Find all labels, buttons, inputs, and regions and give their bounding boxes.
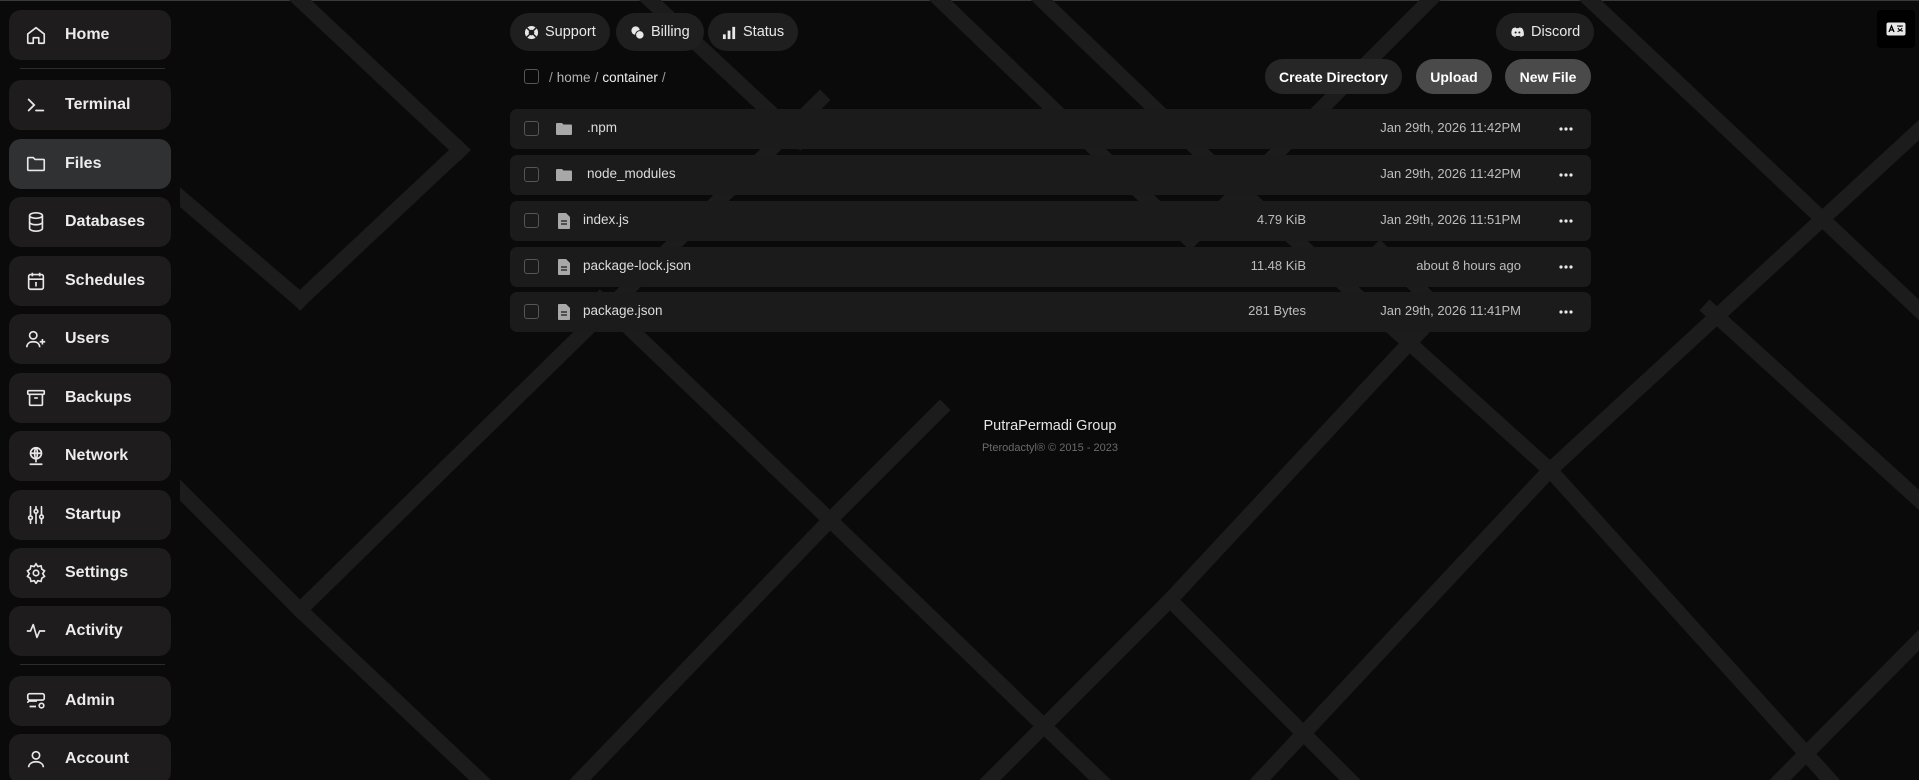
file-row[interactable]: index.js 4.79 KiB Jan 29th, 2026 11:51PM — [510, 201, 1591, 241]
file-row[interactable]: node_modules Jan 29th, 2026 11:42PM — [510, 155, 1591, 195]
lifebuoy-icon — [524, 25, 539, 39]
more-options-button[interactable] — [1553, 255, 1579, 279]
more-dots-icon — [1559, 173, 1573, 177]
more-dots-icon — [1559, 265, 1573, 269]
file-modified: Jan 29th, 2026 11:42PM — [1380, 166, 1521, 181]
file-size: 4.79 KiB — [1256, 212, 1306, 227]
file-text-icon — [558, 213, 570, 229]
breadcrumb: / home / container / — [549, 70, 666, 85]
file-size: 11.48 KiB — [1250, 258, 1306, 273]
file-row[interactable]: .npm Jan 29th, 2026 11:42PM — [510, 109, 1591, 149]
file-name[interactable]: package.json — [583, 303, 663, 318]
file-text-icon — [558, 259, 570, 275]
file-manager: Support Billing Status Discord / home / … — [0, 0, 1919, 780]
row-checkbox[interactable] — [524, 304, 539, 319]
support-link[interactable]: Support — [510, 13, 610, 51]
row-checkbox[interactable] — [524, 259, 539, 274]
file-size: 281 Bytes — [1248, 303, 1306, 318]
file-modified: Jan 29th, 2026 11:41PM — [1380, 303, 1521, 318]
billing-label: Billing — [651, 24, 690, 40]
new-file-button[interactable]: New File — [1505, 59, 1591, 94]
more-options-button[interactable] — [1553, 209, 1579, 233]
signal-bars-icon — [722, 26, 736, 39]
language-toggle-button[interactable] — [1877, 10, 1915, 48]
file-modified: Jan 29th, 2026 11:42PM — [1380, 120, 1521, 135]
file-name[interactable]: index.js — [583, 212, 629, 227]
file-name[interactable]: .npm — [587, 120, 617, 135]
status-link[interactable]: Status — [708, 13, 799, 51]
file-modified: Jan 29th, 2026 11:51PM — [1380, 212, 1521, 227]
row-checkbox[interactable] — [524, 121, 539, 136]
more-options-button[interactable] — [1553, 117, 1579, 141]
upload-button[interactable]: Upload — [1416, 59, 1492, 94]
folder-icon — [556, 169, 572, 181]
row-checkbox[interactable] — [524, 167, 539, 182]
file-text-icon — [558, 304, 570, 320]
breadcrumb-separator: / — [661, 70, 666, 85]
create-directory-button[interactable]: Create Directory — [1265, 59, 1402, 94]
breadcrumb-separator: / — [549, 70, 553, 85]
file-modified: about 8 hours ago — [1416, 258, 1521, 273]
discord-icon — [1511, 26, 1524, 37]
footer-copyright: Pterodactyl® © 2015 - 2023 — [981, 442, 1119, 454]
more-options-button[interactable] — [1553, 300, 1579, 324]
file-name[interactable]: package-lock.json — [583, 258, 691, 273]
discord-label: Discord — [1531, 24, 1581, 40]
discord-link[interactable]: Discord — [1496, 13, 1595, 51]
breadcrumb-container[interactable]: container — [602, 70, 658, 85]
file-row[interactable]: package-lock.json 11.48 KiB about 8 hour… — [510, 247, 1591, 287]
file-name[interactable]: node_modules — [587, 166, 676, 181]
billing-link[interactable]: Billing — [616, 13, 704, 51]
file-row[interactable]: package.json 281 Bytes Jan 29th, 2026 11… — [510, 292, 1591, 332]
coins-icon — [631, 25, 645, 40]
select-all-checkbox[interactable] — [524, 69, 539, 84]
breadcrumb-separator: / — [594, 70, 599, 85]
breadcrumb-home[interactable]: home — [557, 70, 591, 85]
footer-title: PutraPermadi Group — [983, 418, 1117, 434]
more-dots-icon — [1559, 219, 1573, 223]
more-dots-icon — [1559, 127, 1573, 131]
translate-icon — [1886, 22, 1906, 36]
status-label: Status — [743, 24, 785, 40]
more-dots-icon — [1559, 310, 1573, 314]
row-checkbox[interactable] — [524, 213, 539, 228]
more-options-button[interactable] — [1553, 163, 1579, 187]
folder-icon — [556, 123, 572, 135]
support-label: Support — [545, 24, 596, 40]
